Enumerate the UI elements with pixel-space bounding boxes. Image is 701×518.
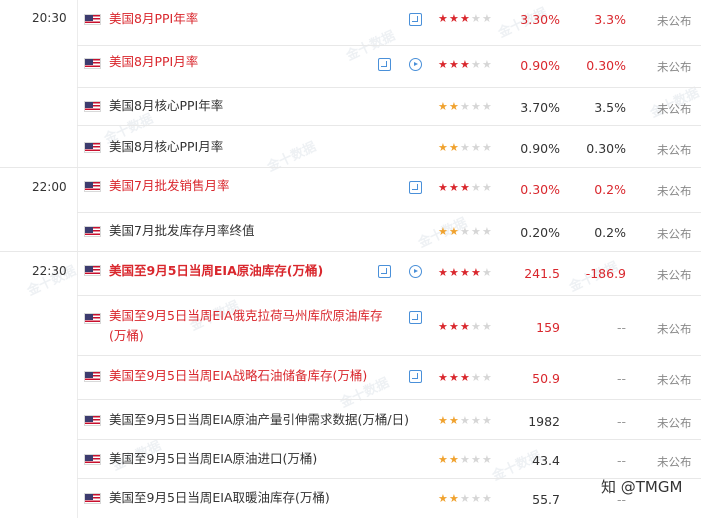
actual-value: 50.9	[532, 371, 560, 386]
actual-value: 0.90%	[520, 141, 560, 156]
release-time: 20:30	[32, 11, 67, 25]
us-flag-icon	[84, 58, 101, 69]
us-flag-icon	[84, 371, 101, 382]
actual-value: 0.20%	[520, 225, 560, 240]
indicator-title[interactable]: 美国8月PPI年率	[109, 9, 399, 29]
us-flag-icon	[84, 226, 101, 237]
status-label: 未公布	[657, 14, 692, 28]
data-cube-icon[interactable]	[378, 58, 391, 71]
actual-value: 43.4	[532, 453, 560, 468]
importance-stars: ★★★★★	[438, 58, 493, 71]
source-watermark: 知 @TMGM	[601, 478, 683, 496]
status-label: 未公布	[657, 322, 692, 336]
previous-value: 3.5%	[594, 100, 626, 115]
importance-stars: ★★★★★	[438, 371, 493, 384]
actual-value: 0.30%	[520, 182, 560, 197]
importance-stars: ★★★★★	[438, 414, 493, 427]
us-flag-icon	[84, 181, 101, 192]
actual-value: 1982	[528, 414, 560, 429]
row-divider	[77, 87, 701, 88]
indicator-title[interactable]: 美国至9月5日当周EIA原油产量引伸需求数据(万桶/日)	[109, 410, 439, 430]
previous-value: 0.2%	[594, 182, 626, 197]
importance-stars: ★★★★★	[438, 266, 493, 279]
status-label: 未公布	[657, 373, 692, 387]
row-divider	[77, 439, 701, 440]
importance-stars: ★★★★★	[438, 453, 493, 466]
status-label: 未公布	[657, 455, 692, 469]
us-flag-icon	[84, 265, 101, 276]
status-label: 未公布	[657, 416, 692, 430]
indicator-title[interactable]: 美国8月核心PPI月率	[109, 137, 399, 157]
indicator-title[interactable]: 美国至9月5日当周EIA原油库存(万桶)	[109, 261, 399, 281]
data-cube-icon[interactable]	[409, 181, 422, 194]
importance-stars: ★★★★★	[438, 141, 493, 154]
us-flag-icon	[84, 142, 101, 153]
row-divider	[77, 212, 701, 213]
us-flag-icon	[84, 101, 101, 112]
status-label: 未公布	[657, 102, 692, 116]
previous-value: 3.3%	[594, 12, 626, 27]
importance-stars: ★★★★★	[438, 492, 493, 505]
actual-value: 159	[536, 320, 560, 335]
importance-stars: ★★★★★	[438, 100, 493, 113]
play-video-icon[interactable]	[409, 58, 422, 71]
play-video-icon[interactable]	[409, 265, 422, 278]
previous-value: -186.9	[585, 266, 626, 281]
importance-stars: ★★★★★	[438, 12, 493, 25]
status-label: 未公布	[657, 143, 692, 157]
actual-value: 241.5	[524, 266, 560, 281]
indicator-title[interactable]: 美国7月批发销售月率	[109, 176, 399, 196]
indicator-title[interactable]: 美国至9月5日当周EIA战略石油储备库存(万桶)	[109, 366, 399, 386]
previous-value: --	[616, 371, 626, 386]
us-flag-icon	[84, 454, 101, 465]
indicator-title[interactable]: 美国8月核心PPI年率	[109, 96, 399, 116]
previous-value: --	[616, 453, 626, 468]
indicator-title[interactable]: 美国至9月5日当周EIA原油进口(万桶)	[109, 449, 399, 469]
row-divider	[77, 125, 701, 126]
row-divider	[77, 45, 701, 46]
status-label: 未公布	[657, 268, 692, 282]
importance-stars: ★★★★★	[438, 320, 493, 333]
us-flag-icon	[84, 415, 101, 426]
actual-value: 55.7	[532, 492, 560, 507]
us-flag-icon	[84, 313, 101, 324]
data-cube-icon[interactable]	[409, 13, 422, 26]
importance-stars: ★★★★★	[438, 225, 493, 238]
status-label: 未公布	[657, 227, 692, 241]
data-cube-icon[interactable]	[409, 370, 422, 383]
us-flag-icon	[84, 493, 101, 504]
indicator-title[interactable]: 美国至9月5日当周EIA取暖油库存(万桶)	[109, 488, 399, 508]
release-time: 22:00	[32, 180, 67, 194]
time-column-divider	[77, 0, 78, 518]
actual-value: 0.90%	[520, 58, 560, 73]
data-cube-icon[interactable]	[409, 311, 422, 324]
previous-value: 0.30%	[586, 141, 626, 156]
row-divider	[77, 295, 701, 296]
indicator-title[interactable]: 美国7月批发库存月率终值	[109, 221, 399, 241]
row-divider	[77, 399, 701, 400]
actual-value: 3.70%	[520, 100, 560, 115]
group-divider	[0, 167, 701, 168]
row-divider	[77, 355, 701, 356]
previous-value: --	[616, 320, 626, 335]
group-divider	[0, 251, 701, 252]
indicator-title[interactable]: 美国8月PPI月率	[109, 52, 399, 72]
status-label: 未公布	[657, 184, 692, 198]
previous-value: 0.2%	[594, 225, 626, 240]
status-label: 未公布	[657, 60, 692, 74]
data-cube-icon[interactable]	[378, 265, 391, 278]
previous-value: --	[616, 414, 626, 429]
release-time: 22:30	[32, 264, 67, 278]
indicator-title[interactable]: 美国至9月5日当周EIA俄克拉荷马州库欣原油库存(万桶)	[109, 306, 399, 346]
previous-value: 0.30%	[586, 58, 626, 73]
actual-value: 3.30%	[520, 12, 560, 27]
importance-stars: ★★★★★	[438, 181, 493, 194]
us-flag-icon	[84, 14, 101, 25]
